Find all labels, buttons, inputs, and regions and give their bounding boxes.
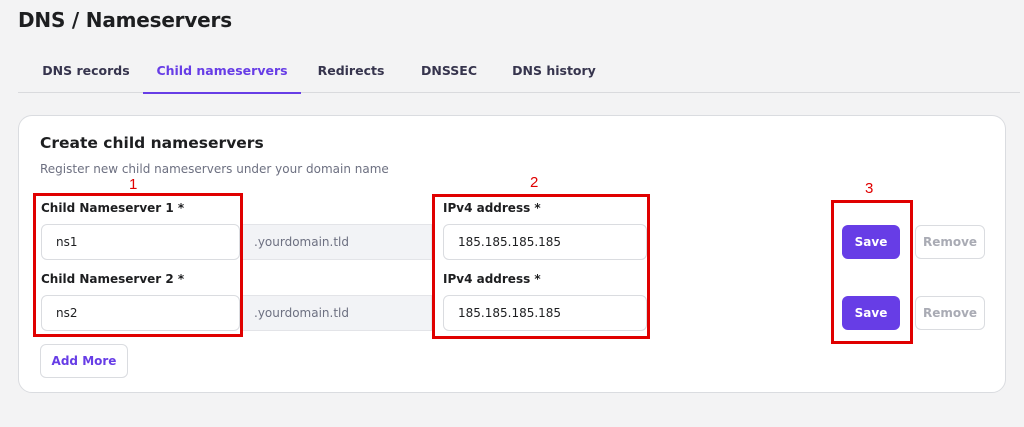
tab-dns-records[interactable]: DNS records — [33, 52, 139, 93]
card-subtitle: Register new child nameservers under you… — [40, 162, 389, 176]
tab-dnssec[interactable]: DNSSEC — [413, 52, 485, 93]
annotation-number-2: 2 — [530, 174, 539, 191]
annotation-number-1: 1 — [129, 176, 138, 193]
tab-redirects[interactable]: Redirects — [311, 52, 391, 93]
annotation-box-3 — [831, 200, 913, 344]
remove-button-1[interactable]: Remove — [915, 225, 985, 259]
tab-child-nameservers[interactable]: Child nameservers — [143, 52, 301, 94]
page-title: DNS / Nameservers — [18, 8, 232, 32]
annotation-box-1 — [33, 193, 243, 337]
ns2-domain-suffix: .yourdomain.tld — [240, 295, 432, 331]
tab-bar: DNS records Child nameservers Redirects … — [18, 52, 1020, 94]
tab-dns-history[interactable]: DNS history — [506, 52, 602, 93]
annotation-number-3: 3 — [865, 180, 874, 197]
remove-button-2[interactable]: Remove — [915, 296, 985, 330]
add-more-button[interactable]: Add More — [40, 344, 128, 378]
annotation-box-2 — [432, 194, 650, 339]
card-title: Create child nameservers — [40, 134, 264, 152]
ns1-domain-suffix: .yourdomain.tld — [240, 224, 432, 260]
